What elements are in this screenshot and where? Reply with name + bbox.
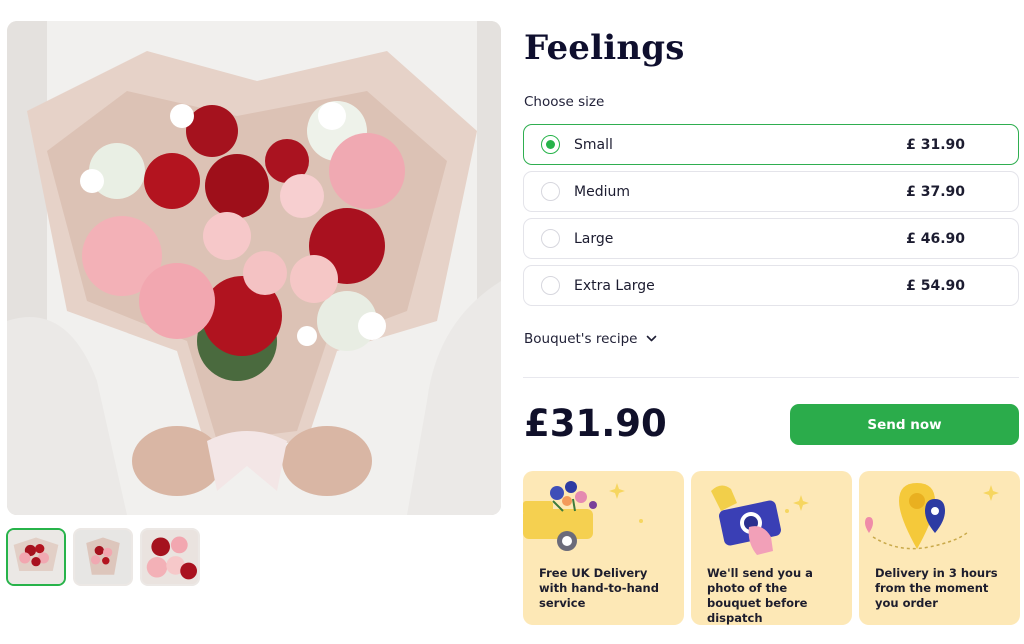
bouquet-thumb-3	[142, 530, 198, 584]
delivery-car-icon	[523, 481, 643, 551]
feature-card-photo: We'll send you a photo of the bouquet be…	[691, 471, 852, 625]
product-image	[7, 21, 501, 515]
divider	[523, 377, 1019, 378]
radio-button[interactable]	[541, 229, 560, 248]
size-name: Small	[574, 136, 613, 153]
radio-selected-dot	[546, 140, 555, 149]
product-price: £31.90	[524, 402, 667, 445]
size-options: Small £ 31.90 Medium £ 37.90 Large £ 46.…	[523, 124, 1019, 312]
recipe-label: Bouquet's recipe	[524, 331, 638, 347]
feature-text: Free UK Delivery with hand-to-hand servi…	[539, 566, 659, 610]
size-option-large[interactable]: Large £ 46.90	[523, 218, 1019, 259]
radio-button[interactable]	[541, 135, 560, 154]
size-name: Medium	[574, 183, 630, 200]
size-name: Extra Large	[574, 277, 655, 294]
feature-text: Delivery in 3 hours from the moment you …	[875, 566, 998, 610]
size-price: £ 46.90	[906, 230, 965, 247]
product-title: Feelings	[524, 28, 685, 68]
send-now-button[interactable]: Send now	[790, 404, 1019, 445]
bouquet-photo	[7, 21, 501, 515]
location-pin-icon	[865, 483, 999, 550]
feature-text: We'll send you a photo of the bouquet be…	[707, 566, 813, 625]
size-option-extra-large[interactable]: Extra Large £ 54.90	[523, 265, 1019, 306]
bouquet-thumb-2	[75, 530, 131, 584]
feature-cards: Free UK Delivery with hand-to-hand servi…	[523, 471, 1020, 625]
thumbnail-1[interactable]	[6, 528, 66, 586]
radio-button[interactable]	[541, 276, 560, 295]
size-name: Large	[574, 230, 614, 247]
feature-card-delivery: Free UK Delivery with hand-to-hand servi…	[523, 471, 684, 625]
chevron-down-icon	[647, 335, 657, 342]
size-price: £ 31.90	[906, 136, 965, 153]
size-price: £ 54.90	[906, 277, 965, 294]
size-price: £ 37.90	[906, 183, 965, 200]
size-option-small[interactable]: Small £ 31.90	[523, 124, 1019, 165]
camera-photo-icon	[711, 485, 809, 555]
radio-button[interactable]	[541, 182, 560, 201]
feature-card-timing: Delivery in 3 hours from the moment you …	[859, 471, 1020, 625]
thumbnail-3[interactable]	[140, 528, 200, 586]
size-option-medium[interactable]: Medium £ 37.90	[523, 171, 1019, 212]
choose-size-label: Choose size	[524, 94, 605, 110]
bouquet-thumb-1	[8, 530, 64, 584]
thumbnail-strip	[6, 528, 200, 586]
thumbnail-2[interactable]	[73, 528, 133, 586]
bouquet-recipe-toggle[interactable]: Bouquet's recipe	[524, 331, 657, 347]
